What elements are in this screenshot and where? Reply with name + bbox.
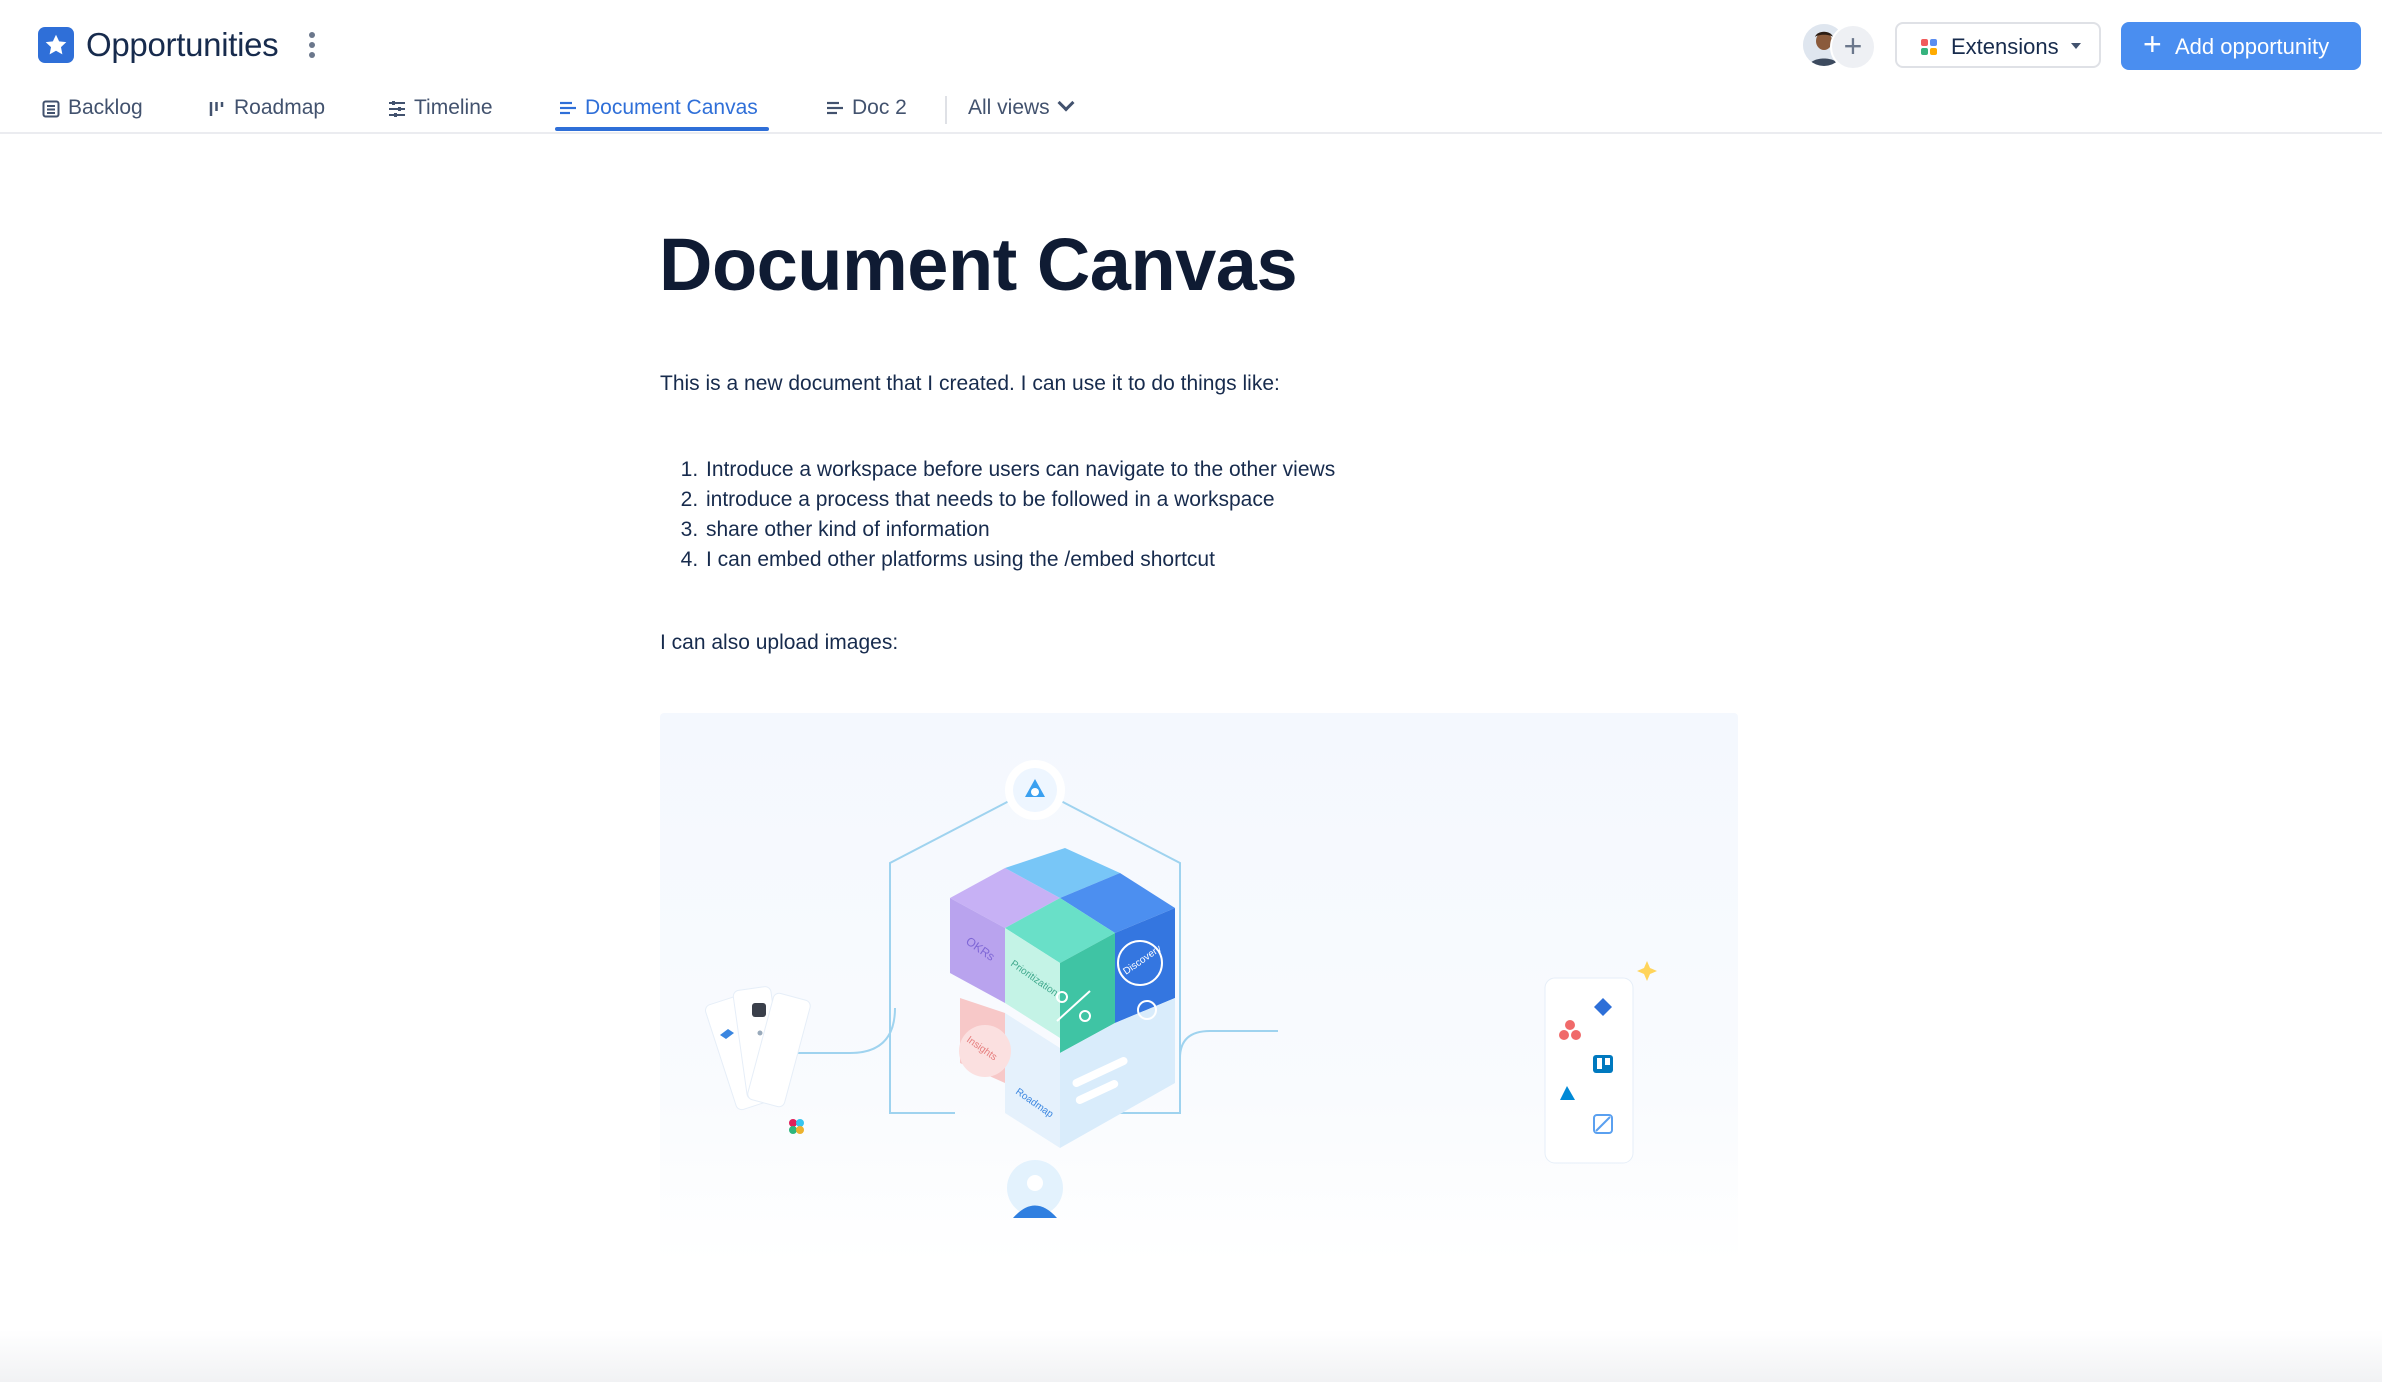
plus-icon: + [2143, 26, 2162, 62]
divider [945, 96, 947, 124]
uploaded-image[interactable]: OKRs Discovery Prioritization Insights R… [660, 713, 1738, 1263]
tab-label: Doc 2 [852, 96, 907, 119]
caret-down-icon [2071, 43, 2081, 49]
tab-label: Timeline [414, 96, 493, 119]
list-item[interactable]: Introduce a workspace before users can n… [704, 455, 1335, 485]
active-tab-indicator [555, 127, 769, 131]
extensions-icon [1921, 39, 1937, 55]
list-item[interactable]: I can embed other platforms using the /e… [704, 545, 1335, 575]
integration-cards-left [704, 986, 811, 1134]
tab-label: Backlog [68, 96, 143, 119]
list-item[interactable]: introduce a process that needs to be fol… [704, 485, 1335, 515]
top-bar: Opportunities + Extensions + Add opportu… [0, 0, 2382, 134]
table-icon [42, 100, 60, 118]
add-member-button[interactable]: + [1830, 24, 1876, 70]
chevron-down-icon [1057, 94, 1075, 112]
add-opportunity-button[interactable]: + Add opportunity [2121, 22, 2361, 70]
timeline-icon [388, 100, 406, 118]
document-title[interactable]: Document Canvas [659, 222, 1298, 307]
product-cube-illustration: OKRs Discovery Prioritization Insights R… [704, 760, 1657, 1218]
all-views-label: All views [968, 96, 1050, 119]
list-item[interactable]: share other kind of information [704, 515, 1335, 545]
more-options-icon[interactable] [300, 28, 324, 64]
bottom-fade [0, 1330, 2382, 1382]
integration-panel-right [1544, 961, 1657, 1164]
extensions-label: Extensions [1951, 34, 2059, 59]
roadmap-icon [208, 100, 226, 118]
star-icon [38, 27, 74, 63]
extensions-button[interactable]: Extensions [1895, 22, 2101, 68]
tab-label: Roadmap [234, 96, 326, 119]
all-views-dropdown[interactable]: All views [968, 94, 1075, 120]
add-opportunity-label: Add opportunity [2175, 34, 2330, 59]
document-list: Introduce a workspace before users can n… [660, 455, 1335, 575]
page-title: Opportunities [86, 26, 279, 63]
document-icon [559, 100, 577, 118]
document-paragraph[interactable]: This is a new document that I created. I… [660, 372, 1280, 396]
document-paragraph[interactable]: I can also upload images: [660, 631, 898, 655]
document-icon [826, 100, 844, 118]
tab-label: Document Canvas [585, 96, 758, 119]
